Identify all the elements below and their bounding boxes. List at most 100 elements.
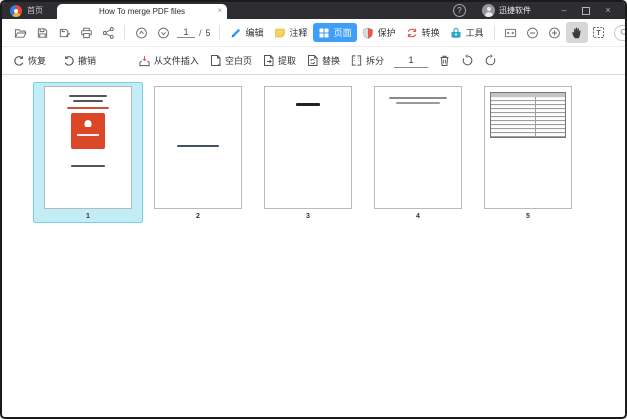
trash-icon	[438, 54, 451, 67]
split-page-input[interactable]	[394, 53, 428, 68]
page-thumbnail-1[interactable]: 1	[33, 82, 143, 223]
page1-text-line	[71, 165, 105, 167]
page3-text-line	[296, 103, 320, 106]
save-button[interactable]	[31, 22, 53, 43]
split-pages-icon	[350, 54, 363, 67]
page-2-preview[interactable]	[154, 86, 242, 209]
titlebar: 首页 How To merge PDF files × ? 迅捷软件 – ×	[2, 2, 625, 19]
selected-highlight: 1	[33, 82, 143, 223]
zoom-in-button[interactable]	[544, 22, 566, 43]
page-4-preview[interactable]	[374, 86, 462, 209]
hand-tool-button[interactable]	[565, 22, 588, 43]
replace-label: 替换	[321, 56, 340, 66]
rotate-left-icon	[461, 54, 474, 67]
arrow-down-circle-icon	[157, 26, 170, 39]
user-avatar[interactable]	[482, 4, 495, 17]
document-tab[interactable]: How To merge PDF files ×	[57, 4, 227, 19]
window-controls: – ×	[553, 2, 619, 19]
share-button[interactable]	[97, 22, 119, 43]
page-1-preview[interactable]	[44, 86, 132, 209]
page1-text-line	[69, 95, 107, 97]
save-icon	[36, 26, 49, 39]
insert-from-file-button[interactable]: 从文件插入	[138, 54, 199, 67]
mode-tools[interactable]: 工具	[445, 23, 489, 42]
account-name[interactable]: 迅捷软件	[499, 5, 531, 16]
mode-convert[interactable]: 转换	[401, 23, 445, 42]
mode-protect[interactable]: 保护	[357, 23, 401, 42]
undo-icon	[62, 54, 75, 67]
insert-from-file-icon	[138, 54, 151, 67]
toolbox-icon	[450, 26, 463, 39]
search-box[interactable]	[613, 24, 625, 41]
redo-button[interactable]: 恢复	[12, 54, 46, 67]
rotate-left-button[interactable]	[461, 54, 474, 67]
page-number: 1	[86, 213, 90, 220]
document-tab-title: How To merge PDF files	[98, 7, 186, 16]
zoom-out-button[interactable]	[522, 22, 544, 43]
rotate-right-button[interactable]	[484, 54, 497, 67]
replace-button[interactable]: 替换	[306, 54, 340, 67]
page-thumbnail-3[interactable]: 3	[264, 86, 352, 220]
help-icon[interactable]: ?	[453, 4, 466, 17]
page-actions-toolbar: 恢复 撤销 从文件插入 空白页 提取 替换 拆分 1	[2, 47, 625, 75]
page-thumbnail-2[interactable]: 2	[154, 86, 242, 220]
note-icon	[274, 26, 287, 39]
prev-page-button[interactable]	[130, 22, 152, 43]
current-page-input[interactable]: 1	[177, 27, 195, 38]
mode-annotate[interactable]: 注释	[269, 23, 313, 42]
page-number: 3	[306, 213, 310, 220]
minimize-button[interactable]: –	[553, 2, 575, 19]
close-button[interactable]: ×	[597, 2, 619, 19]
select-tool-button[interactable]	[588, 22, 610, 43]
open-file-button[interactable]	[9, 22, 31, 43]
shield-icon	[362, 26, 375, 39]
fit-width-icon	[504, 26, 517, 39]
blank-page-label: 空白页	[224, 56, 252, 66]
mode-protect-label: 保护	[377, 28, 396, 38]
delete-page-button[interactable]	[438, 54, 451, 67]
mode-annotate-label: 注释	[289, 28, 308, 38]
app-window: 首页 How To merge PDF files × ? 迅捷软件 – × 1…	[0, 0, 627, 419]
print-button[interactable]	[75, 22, 97, 43]
folder-open-icon	[14, 26, 27, 39]
mode-edit-label: 编辑	[245, 28, 264, 38]
save-as-button[interactable]	[53, 22, 75, 43]
fit-view-button[interactable]	[500, 22, 522, 43]
history-group: 恢复 撤销	[12, 54, 96, 67]
home-tab[interactable]: 首页	[27, 5, 43, 16]
extract-page-icon	[262, 54, 275, 67]
page-number: 4	[416, 213, 420, 220]
grid-icon	[318, 26, 331, 39]
extract-button[interactable]: 提取	[262, 54, 296, 67]
thumbnail-row: 1 2 3 4 5	[33, 75, 625, 223]
undo-button[interactable]: 撤销	[62, 54, 96, 67]
page4-text-line	[389, 97, 447, 99]
total-pages: 5	[205, 27, 211, 38]
page1-logo-text	[77, 134, 99, 136]
share-icon	[102, 26, 115, 39]
split-button[interactable]: 拆分	[350, 54, 384, 67]
replace-page-icon	[306, 54, 319, 67]
page-indicator: 1 / 5	[177, 27, 211, 38]
page-3-preview[interactable]	[264, 86, 352, 209]
marquee-select-icon	[592, 26, 605, 39]
redo-label: 恢复	[28, 56, 47, 66]
page-thumbnail-4[interactable]: 4	[374, 86, 462, 220]
app-logo-icon[interactable]	[10, 4, 22, 17]
page4-text-line	[396, 102, 440, 104]
tab-close-icon[interactable]: ×	[217, 7, 222, 15]
page-thumbnail-5[interactable]: 5	[484, 86, 572, 220]
page1-text-line	[73, 100, 103, 102]
maximize-button[interactable]	[575, 2, 597, 19]
page1-red-text-line	[67, 107, 109, 109]
search-icon	[620, 28, 625, 37]
mode-edit[interactable]: 编辑	[225, 23, 269, 42]
minus-circle-icon	[526, 26, 539, 39]
mode-page[interactable]: 页面	[312, 23, 357, 42]
page-5-preview[interactable]	[484, 86, 572, 209]
page5-table	[490, 92, 566, 138]
next-page-button[interactable]	[152, 22, 174, 43]
blank-page-button[interactable]: 空白页	[209, 54, 252, 67]
rotate-right-icon	[484, 54, 497, 67]
printer-icon	[80, 26, 93, 39]
